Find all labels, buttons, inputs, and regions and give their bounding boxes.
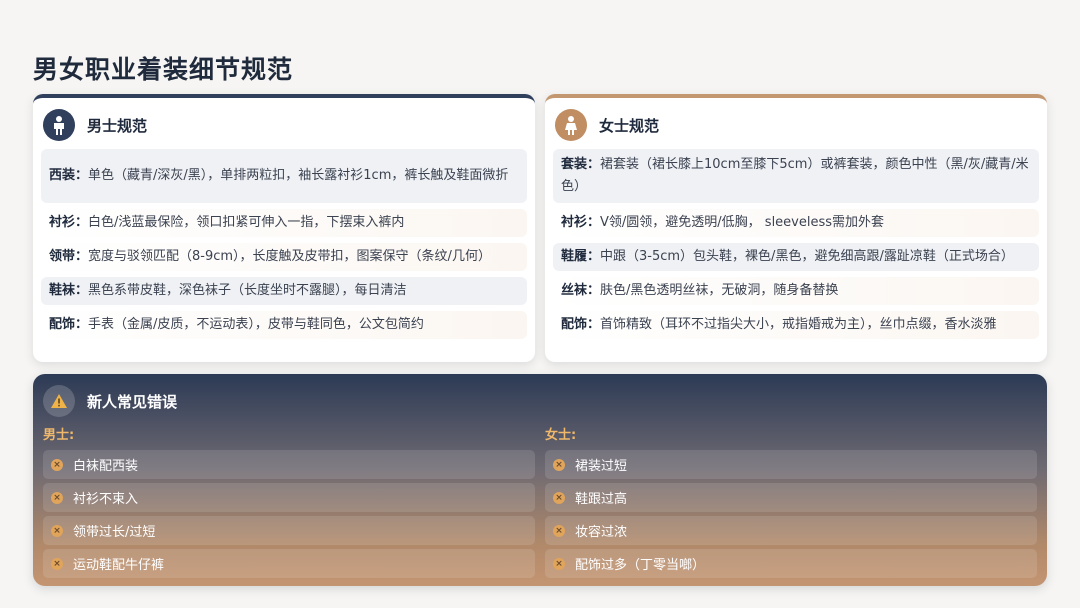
row-label: 套装： [561,157,601,172]
row-text: 中跟（3-5cm）包头鞋，裸色/黑色，避免细高跟/露趾凉鞋（正式场合） [600,249,1014,264]
row-text: 裙套装（裙长膝上10cm至膝下5cm）或裤套装，颜色中性（黑/灰/藏青/米色） [561,157,1029,194]
mistake-text: 妆容过浓 [575,525,628,540]
mistake-item: × 白袜配西装 [43,450,535,479]
men-row-shoes: 鞋袜： 黑色系带皮鞋，深色袜子（长度坐时不露腿），每日清洁 [41,277,527,305]
mistake-item: × 领带过长/过短 [43,516,535,545]
close-circle-icon: × [553,524,565,537]
mistake-item: × 运动鞋配牛仔裤 [43,549,535,578]
person-icon [555,109,587,141]
row-label: 鞋袜： [49,283,89,298]
mistake-text: 运动鞋配牛仔裤 [73,558,165,573]
row-label: 鞋履： [561,249,601,264]
women-card: 女士规范 套装：裙套装（裙长膝上10cm至膝下5cm）或裤套装，颜色中性（黑/灰… [545,94,1047,362]
mistakes-header: 新人常见错误 [43,384,177,418]
common-mistakes-panel: 新人常见错误 男士: × 白袜配西装 × 衬衫不束入 × 领带过长/过短 × 运动鞋配牛… [33,374,1047,586]
men-card-header: 男士规范 [43,108,147,142]
mistake-text: 领带过长/过短 [73,525,156,540]
men-mistakes-column: 男士: × 白袜配西装 × 衬衫不束入 × 领带过长/过短 × 运动鞋配牛仔裤 [43,426,535,578]
women-row-accessories: 配饰： 首饰精致（耳环不过指尖大小，戒指婚戒为主），丝巾点缀，香水淡雅 [553,311,1039,339]
row-label: 配饰： [49,317,89,332]
warning-icon [43,385,75,417]
mistake-text: 配饰过多（丁零当啷） [575,558,706,573]
mistake-item: × 衬衫不束入 [43,483,535,512]
row-text: 单色（藏青/深灰/黑），单排两粒扣，袖长露衬衫1cm，裤长触及鞋面微折 [88,168,509,183]
women-mistakes-column: 女士: × 裙装过短 × 鞋跟过高 × 妆容过浓 × 配饰过多（丁零当啷） [545,426,1037,578]
row-text: 手表（金属/皮质，不运动表），皮带与鞋同色，公文包简约 [88,317,424,332]
women-row-suit: 套装：裙套装（裙长膝上10cm至膝下5cm）或裤套装，颜色中性（黑/灰/藏青/米… [553,149,1039,203]
women-card-title: 女士规范 [599,116,660,135]
row-text: 白色/浅蓝最保险，领口扣紧可伸入一指，下摆束入裤内 [88,215,405,230]
women-card-header: 女士规范 [555,108,659,142]
close-circle-icon: × [51,458,63,471]
men-card: 男士规范 西装：单色（藏青/深灰/黑），单排两粒扣，袖长露衬衫1cm，裤长触及鞋… [33,94,535,362]
row-label: 衬衫： [561,215,601,230]
women-row-shoes: 鞋履： 中跟（3-5cm）包头鞋，裸色/黑色，避免细高跟/露趾凉鞋（正式场合） [553,243,1039,271]
women-row-shirt: 衬衫： V领/圆领，避免透明/低胸， sleeveless需加外套 [553,209,1039,237]
row-text: 黑色系带皮鞋，深色袜子（长度坐时不露腿），每日清洁 [88,283,407,298]
row-text: 宽度与驳领匹配（8-9cm），长度触及皮带扣，图案保守（条纹/几何） [88,249,491,264]
mistake-text: 衬衫不束入 [73,492,139,507]
row-label: 衬衫： [49,215,89,230]
men-row-shirt: 衬衫： 白色/浅蓝最保险，领口扣紧可伸入一指，下摆束入裤内 [41,209,527,237]
mistake-text: 鞋跟过高 [575,492,628,507]
mistake-item: × 裙装过短 [545,450,1037,479]
mistake-text: 白袜配西装 [73,459,139,474]
row-label: 领带： [49,249,89,264]
mistake-item: × 配饰过多（丁零当啷） [545,549,1037,578]
women-row-stockings: 丝袜： 肤色/黑色透明丝袜，无破洞，随身备替换 [553,277,1039,305]
close-circle-icon: × [553,557,565,570]
close-circle-icon: × [51,524,63,537]
men-mistakes-label: 男士: [43,428,75,443]
person-icon [43,109,75,141]
close-circle-icon: × [553,491,565,504]
mistake-item: × 鞋跟过高 [545,483,1037,512]
page-title: 男女职业着装细节规范 [33,55,294,84]
men-row-suit: 西装：单色（藏青/深灰/黑），单排两粒扣，袖长露衬衫1cm，裤长触及鞋面微折 [41,149,527,203]
close-circle-icon: × [51,557,63,570]
row-text: V领/圆领，避免透明/低胸， sleeveless需加外套 [600,215,885,230]
row-label: 西装： [49,168,89,183]
row-label: 丝袜： [561,283,601,298]
mistakes-title: 新人常见错误 [87,392,178,411]
men-card-title: 男士规范 [87,116,148,135]
row-text: 首饰精致（耳环不过指尖大小，戒指婚戒为主），丝巾点缀，香水淡雅 [600,317,997,332]
close-circle-icon: × [51,491,63,504]
men-row-accessories: 配饰： 手表（金属/皮质，不运动表），皮带与鞋同色，公文包简约 [41,311,527,339]
row-text: 肤色/黑色透明丝袜，无破洞，随身备替换 [600,283,839,298]
men-row-tie: 领带： 宽度与驳领匹配（8-9cm），长度触及皮带扣，图案保守（条纹/几何） [41,243,527,271]
row-label: 配饰： [561,317,601,332]
women-mistakes-label: 女士: [545,428,577,443]
mistake-text: 裙装过短 [575,459,628,474]
close-circle-icon: × [553,458,565,471]
mistake-item: × 妆容过浓 [545,516,1037,545]
